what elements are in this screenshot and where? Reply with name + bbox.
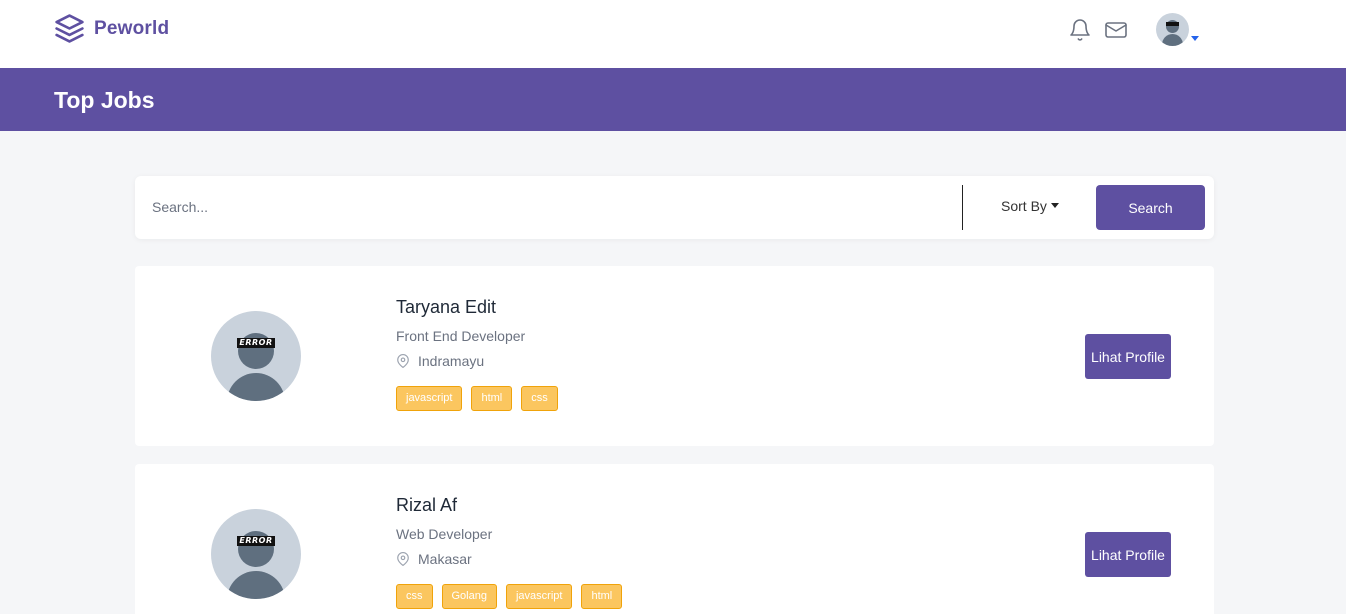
bell-icon [1070, 19, 1090, 41]
avatar-error-label: ERROR [237, 338, 275, 348]
search-bar: Sort By Search [135, 176, 1214, 239]
sort-by-dropdown[interactable]: Sort By [1001, 198, 1059, 214]
candidate-location: Makasar [396, 551, 472, 567]
skill-badge: Golang [441, 584, 497, 609]
skill-badge: javascript [505, 584, 573, 609]
avatar [1156, 13, 1189, 46]
view-profile-button[interactable]: Lihat Profile [1085, 334, 1171, 379]
user-menu-toggle[interactable] [1156, 13, 1199, 46]
page-title: Top Jobs [54, 87, 155, 113]
search-input[interactable] [141, 184, 951, 230]
avatar-error-label: ERROR [237, 536, 275, 546]
candidate-avatar: ERROR [211, 311, 301, 401]
candidate-card: ERROR Rizal Af Web Developer Makasar css… [135, 464, 1214, 614]
skill-badge: html [581, 584, 623, 609]
notification-button[interactable] [1068, 18, 1092, 42]
map-pin-icon [397, 552, 409, 566]
candidate-avatar: ERROR [211, 509, 301, 599]
brand-logo-link[interactable]: Peworld [54, 13, 169, 44]
location-text: Makasar [418, 551, 472, 567]
skill-badge: css [396, 584, 433, 609]
candidate-name: Rizal Af [396, 495, 458, 515]
map-pin-icon [397, 354, 409, 368]
candidate-card: ERROR Taryana Edit Front End Developer I… [135, 266, 1214, 446]
stacked-layers-icon [55, 14, 84, 43]
caret-down-icon [1191, 36, 1199, 41]
skill-list: css Golang javascript html [396, 584, 631, 609]
skill-list: javascript html css [396, 386, 567, 411]
candidate-role: Front End Developer [396, 328, 526, 344]
location-text: Indramayu [418, 353, 485, 369]
candidate-name: Taryana Edit [396, 297, 497, 317]
sort-by-label: Sort By [1001, 198, 1047, 214]
candidate-role: Web Developer [396, 526, 493, 542]
mail-icon [1105, 22, 1127, 38]
messages-button[interactable] [1104, 18, 1128, 42]
search-divider [962, 185, 963, 230]
candidate-location: Indramayu [396, 353, 484, 369]
top-navbar: Peworld [0, 0, 1346, 68]
skill-badge: css [521, 386, 558, 411]
skill-badge: html [471, 386, 513, 411]
brand-name: Peworld [94, 17, 170, 39]
search-button[interactable]: Search [1096, 185, 1205, 230]
caret-down-icon [1050, 203, 1059, 208]
view-profile-button[interactable]: Lihat Profile [1085, 532, 1171, 577]
skill-badge: javascript [396, 386, 463, 411]
page-banner: Top Jobs [0, 68, 1346, 131]
